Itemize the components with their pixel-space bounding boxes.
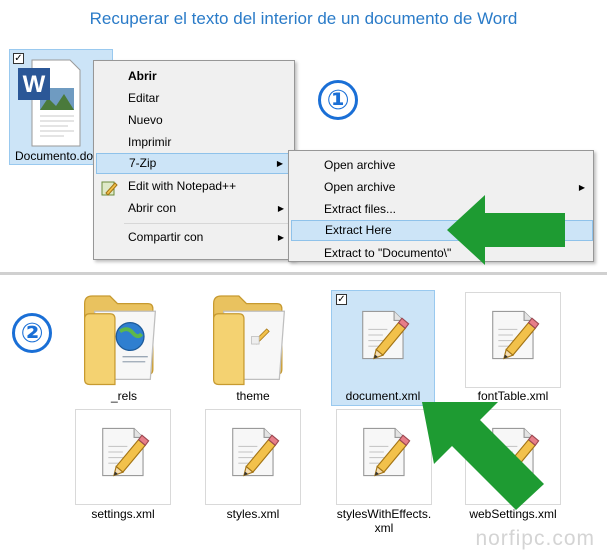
menu-item-abrir[interactable]: Abrir [96, 66, 292, 87]
green-arrow-up-left-icon [422, 402, 544, 510]
xml-file-icon [232, 427, 280, 477]
submenu-item-open-archive-more-label: Open archive [324, 180, 396, 194]
item-label: settings.xml [91, 507, 155, 521]
menu-item-compartir-con[interactable]: Compartir con ▶ [96, 227, 292, 248]
menu-separator [124, 223, 290, 224]
menu-item-compartir-con-label: Compartir con [128, 230, 204, 244]
selection-checkbox[interactable]: ✓ [336, 294, 347, 305]
menu-item-editar[interactable]: Editar [96, 88, 292, 109]
menu-item-abrir-con-label: Abrir con [128, 201, 177, 215]
menu-item-7zip-label: 7-Zip [129, 156, 157, 170]
item-label-line-2: xml [374, 521, 394, 535]
svg-text:W: W [23, 71, 46, 98]
xml-file-icon [492, 310, 540, 360]
file-settings-xml[interactable] [75, 409, 171, 505]
word-document-icon: W [18, 59, 81, 147]
step-1-badge: ① [318, 80, 358, 120]
submenu-arrow-icon: ▶ [277, 204, 284, 213]
step-2-badge: ② [12, 313, 52, 353]
xml-file-icon [102, 427, 150, 477]
file-fonttable-xml[interactable] [465, 292, 561, 388]
folder-theme[interactable] [205, 291, 301, 387]
folder-icon [212, 295, 285, 386]
submenu-arrow-icon: ▶ [578, 183, 585, 192]
file-name-label: Documento.do [15, 149, 94, 163]
page-title: Recuperar el texto del interior de un do… [89, 9, 518, 28]
submenu-item-open-archive[interactable]: Open archive [291, 155, 593, 176]
section-divider [0, 272, 607, 275]
folder-with-web-page-icon [83, 295, 157, 386]
menu-item-7zip[interactable]: 7-Zip ▶ [96, 153, 292, 174]
item-label: _rels [110, 389, 137, 403]
menu-item-edit-notepad[interactable]: Edit with Notepad++ [96, 176, 292, 197]
watermark: norfipc.com [475, 527, 595, 550]
green-arrow-left-icon [447, 195, 565, 265]
menu-item-nuevo[interactable]: Nuevo [96, 110, 292, 131]
submenu-arrow-icon: ▶ [277, 233, 284, 242]
folder-rels[interactable] [76, 291, 172, 387]
file-styles-xml[interactable] [205, 409, 301, 505]
xml-file-icon [363, 427, 411, 477]
submenu-arrow-icon: ▶ [276, 159, 283, 168]
item-label: theme [236, 389, 270, 403]
menu-item-abrir-con[interactable]: Abrir con ▶ [96, 198, 292, 219]
xml-file-icon [362, 310, 410, 360]
menu-item-imprimir[interactable]: Imprimir [96, 132, 292, 153]
item-label: styles.xml [226, 507, 280, 521]
context-menu: Abrir Editar Nuevo Imprimir 7-Zip ▶ Edit… [93, 60, 295, 260]
